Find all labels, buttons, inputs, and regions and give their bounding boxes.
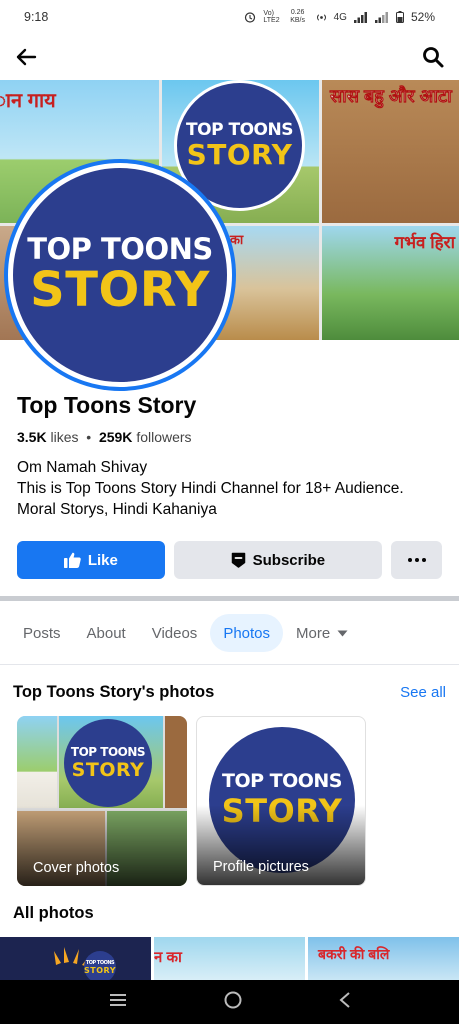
chevron-left-icon — [338, 991, 350, 1008]
album-profile-pictures[interactable]: TOP TOONS STORY Profile pictures — [196, 716, 366, 886]
home-circle-icon — [224, 991, 241, 1008]
page-stats: 3.5K likes • 259K followers — [17, 429, 442, 445]
cover-tile-caption: ान गाय — [0, 90, 56, 112]
network-speed: 0.26 KB/s — [290, 9, 306, 24]
section-divider — [0, 596, 459, 601]
recent-apps-button[interactable] — [109, 993, 127, 1012]
photo-logo: TOP TOONS STORY — [84, 951, 116, 980]
like-button[interactable]: Like — [17, 541, 165, 579]
logo-line2: STORY — [83, 965, 117, 975]
followers-label: followers — [136, 429, 192, 445]
photos-header: Top Toons Story's photos See all — [13, 683, 446, 702]
page-bio: Om Namah Shivay This is Top Toons Story … — [17, 457, 442, 520]
search-button[interactable] — [419, 43, 447, 71]
top-nav — [0, 34, 459, 80]
battery-icon — [395, 11, 404, 23]
more-options-button[interactable] — [391, 541, 442, 579]
back-button[interactable] — [12, 43, 40, 71]
page-info: Top Toons Story 3.5K likes • 259K follow… — [17, 392, 442, 520]
like-label: Like — [87, 551, 118, 569]
arrow-left-icon — [16, 48, 37, 66]
tab-about[interactable]: About — [74, 614, 139, 652]
album-thumbnail — [17, 716, 57, 808]
photo-caption: न का — [154, 949, 182, 966]
logo-line1: TOP TOONS — [70, 745, 146, 759]
album-label: Cover photos — [33, 860, 120, 876]
system-back-button[interactable] — [338, 991, 351, 1013]
cover-tile-caption: गर्भव हिरा — [394, 233, 455, 252]
photo-thumbnail[interactable]: TOP TOONS STORY — [0, 937, 151, 980]
logo-line1: TOP TOONS — [27, 232, 213, 266]
logo-line1: TOP TOONS — [186, 120, 293, 140]
tabs-divider — [0, 664, 459, 665]
likes-label: likes — [50, 429, 79, 445]
album-label: Profile pictures — [213, 859, 309, 875]
subscribe-button[interactable]: Subscribe — [173, 541, 383, 579]
photos-section-title: Top Toons Story's photos — [13, 683, 215, 701]
ellipsis-icon — [407, 558, 426, 562]
battery-level: 52% — [410, 10, 435, 24]
status-time: 9:18 — [24, 10, 49, 24]
network-type: 4G — [333, 11, 347, 23]
photo-grid: TOP TOONS STORY न का बकरी की बलि — [0, 937, 459, 980]
alarm-icon — [245, 12, 256, 23]
tab-videos[interactable]: Videos — [139, 614, 211, 652]
logo-line2: STORY — [186, 138, 293, 171]
tab-posts[interactable]: Posts — [10, 614, 74, 652]
hotspot-icon — [316, 13, 326, 21]
album-logo: TOP TOONS STORY — [64, 719, 152, 807]
caret-down-icon — [337, 630, 348, 636]
stats-separator: • — [82, 429, 96, 445]
system-nav-bar — [0, 980, 459, 1024]
bio-line: This is Top Toons Story Hindi Channel fo… — [17, 480, 404, 518]
cover-tile-caption: सास बहु और आटा — [330, 86, 452, 107]
followers-count: 259K — [98, 429, 133, 445]
photo-caption: बकरी की बलि — [318, 946, 390, 962]
see-all-link[interactable]: See all — [400, 684, 446, 701]
page-tabs: Posts About Videos Photos More — [10, 614, 449, 652]
album-thumbnail — [165, 716, 187, 808]
status-bar: 9:18 Vo) LTE2 0.26 KB/s 4G 52% — [0, 0, 459, 34]
signal-icon — [353, 11, 367, 23]
photo-thumbnail[interactable]: बकरी की बलि — [308, 937, 459, 980]
page-title: Top Toons Story — [17, 392, 197, 418]
cover-tile: गर्भव हिरा — [322, 226, 459, 340]
logo-line1: TOP TOONS — [221, 770, 343, 792]
subscribe-icon — [231, 552, 245, 568]
status-icons: Vo) LTE2 0.26 KB/s 4G 52% — [244, 9, 435, 25]
all-photos-title: All photos — [13, 904, 94, 922]
action-buttons: Like Subscribe — [17, 541, 442, 579]
logo-line2: STORY — [30, 262, 210, 318]
search-icon — [423, 47, 444, 68]
likes-count: 3.5K — [17, 429, 47, 445]
tab-photos[interactable]: Photos — [210, 614, 284, 652]
logo-line2: STORY — [71, 759, 145, 781]
photo-thumbnail[interactable]: न का — [154, 937, 305, 980]
signal-icon-2 — [374, 11, 388, 23]
album-cover-photos[interactable]: TOP TOONS STORY Cover photos — [17, 716, 187, 886]
bio-line: Om Namah Shivay — [17, 459, 148, 476]
profile-picture[interactable]: TOP TOONS STORY — [8, 163, 232, 387]
home-button[interactable] — [224, 991, 242, 1014]
volte-icon: Vo) LTE2 — [263, 10, 280, 24]
cover-tile: सास बहु और आटा — [322, 80, 459, 223]
tab-more-label: More — [296, 624, 331, 642]
subscribe-label: Subscribe — [252, 551, 326, 569]
menu-lines-icon — [109, 993, 126, 1006]
thumbs-up-icon — [63, 552, 81, 568]
tab-more[interactable]: More — [283, 614, 361, 652]
